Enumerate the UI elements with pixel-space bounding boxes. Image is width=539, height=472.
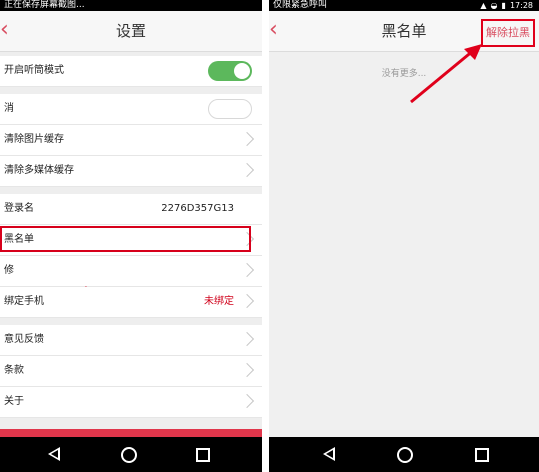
status-time: 17:28 — [509, 1, 533, 10]
arrow-shaft — [410, 48, 475, 104]
page-title: 设置 — [115, 22, 146, 40]
row-label: 开启听筒模式 — [4, 65, 64, 76]
chevron-right-icon — [239, 131, 255, 147]
android-nav-bar — [0, 437, 262, 472]
status-icons: ▲ ◒ ▮ 17:28 — [480, 0, 533, 11]
status-bar: 仅限紧急呼叫 ▲ ◒ ▮ 17:28 — [269, 0, 539, 11]
nav-home-icon[interactable] — [121, 447, 137, 463]
row-label: 登录名 — [4, 203, 34, 214]
status-text: 仅限紧急呼叫 — [273, 0, 328, 10]
blacklist-highlight-box — [0, 226, 251, 252]
android-nav-bar — [269, 437, 539, 472]
row-modify[interactable]: 修 — [0, 256, 262, 287]
row-bind-phone[interactable]: 绑定手机 未绑定 — [0, 287, 262, 318]
annotation-arrow — [410, 44, 482, 104]
earpiece-toggle[interactable] — [208, 61, 252, 81]
unblock-button[interactable]: 解除拉黑 — [481, 19, 535, 47]
blacklist-screen: 仅限紧急呼叫 ▲ ◒ ▮ 17:28 ‹ 黑名单 解除拉黑 没有更多... — [269, 0, 539, 472]
row-earpiece-mode: 开启听筒模式 — [0, 56, 262, 87]
row-clear-media-cache[interactable]: 清除多媒体缓存 — [0, 156, 262, 187]
status-bar: 正在保存屏幕截图... — [0, 0, 262, 11]
nav-recent-icon[interactable] — [475, 448, 489, 462]
nav-back-icon[interactable] — [48, 447, 60, 461]
row-label: 修 — [4, 265, 14, 276]
chevron-right-icon — [239, 262, 255, 278]
logout-bar[interactable] — [0, 429, 262, 437]
blacklist-header: ‹ 黑名单 解除拉黑 — [269, 11, 539, 52]
row-label: 绑定手机 — [4, 296, 44, 307]
wifi-icon: ◒ — [490, 1, 498, 10]
chevron-right-icon — [239, 162, 255, 178]
nav-home-icon[interactable] — [397, 447, 413, 463]
row-clear-image-cache[interactable]: 清除图片缓存 — [0, 125, 262, 156]
settings-header: ‹ 设置 — [0, 11, 262, 52]
settings-screen: 正在保存屏幕截图... ‹ 设置 开启听筒模式 消 清除图片缓存 清除多媒体缓存… — [0, 0, 262, 472]
row-label: 清除图片缓存 — [4, 134, 64, 145]
chevron-right-icon — [239, 293, 255, 309]
battery-icon: ▮ — [501, 1, 506, 10]
row-about[interactable]: 关于 — [0, 387, 262, 418]
bind-phone-status: 未绑定 — [204, 296, 234, 307]
nav-back-icon[interactable] — [323, 447, 335, 461]
chevron-right-icon — [239, 331, 255, 347]
signal-icon: ▲ — [480, 1, 487, 10]
row-feedback[interactable]: 意见反馈 — [0, 325, 262, 356]
login-name-value: 2276D357G13 — [161, 203, 234, 214]
nav-recent-icon[interactable] — [196, 448, 210, 462]
row-login-name: 登录名 2276D357G13 — [0, 194, 262, 225]
chevron-right-icon — [239, 362, 255, 378]
row-label: 意见反馈 — [4, 334, 44, 345]
chevron-right-icon — [239, 393, 255, 409]
row-label: 条款 — [4, 365, 24, 376]
empty-text: 没有更多... — [381, 69, 427, 79]
row-terms[interactable]: 条款 — [0, 356, 262, 387]
row-message: 消 — [0, 94, 262, 125]
toggle-knob — [234, 63, 250, 79]
row-label: 清除多媒体缓存 — [4, 165, 74, 176]
message-toggle[interactable] — [208, 99, 252, 119]
row-label: 关于 — [4, 396, 24, 407]
row-label: 消 — [4, 103, 14, 114]
status-text: 正在保存屏幕截图... — [4, 0, 85, 10]
